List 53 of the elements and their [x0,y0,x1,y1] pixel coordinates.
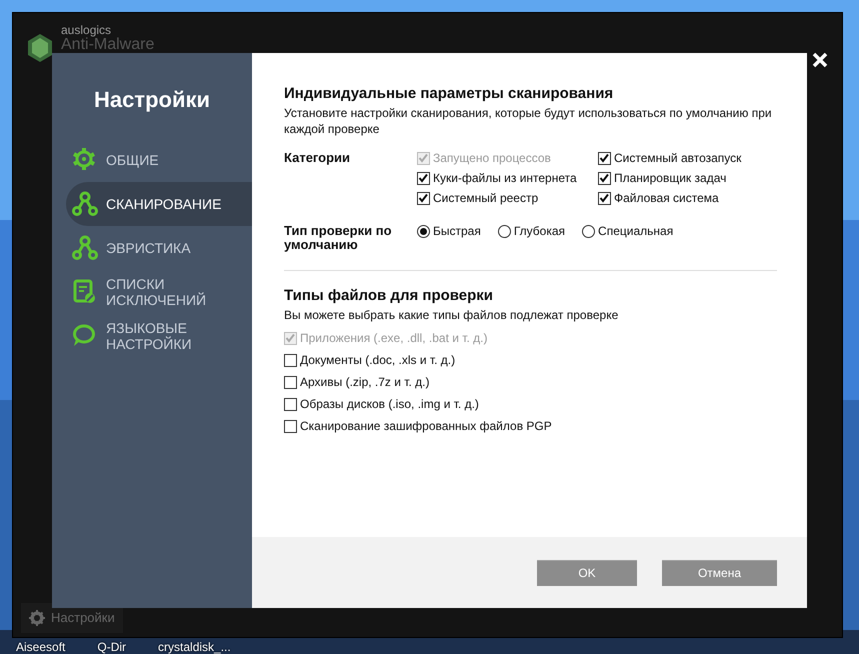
radio-label: Глубокая [514,224,566,238]
field-label: Категории [284,151,352,167]
sidebar-tab[interactable]: ЯЗЫКОВЫЕ НАСТРОЙКИ [52,314,252,358]
sidebar-tab[interactable]: СПИСКИ ИСКЛЮЧЕНИЙ [52,270,252,314]
checkbox[interactable] [598,152,611,164]
checkbox[interactable] [417,172,430,184]
checkbox[interactable] [284,398,297,410]
checkbox[interactable] [284,354,297,366]
product-name: Anti-Malware [61,37,154,53]
radio-label: Специальная [598,224,674,238]
checkbox-label: Архивы (.zip, .7z и т. д.) [300,375,430,389]
checkbox-label: Документы (.doc, .xls и т. д.) [300,353,456,367]
section-description: Установите настройки сканирования, которые будут использоваться по умолчанию при каждой проверке [284,105,773,137]
radio-label: Быстрая [433,224,481,238]
gear-icon [29,610,45,626]
radio-button[interactable] [582,224,596,238]
section-description: Вы можете выбрать какие типы файлов подлежат проверке [284,307,620,323]
radio-button[interactable] [417,224,430,238]
brand-name: auslogics [61,22,112,37]
close-icon[interactable] [812,52,828,68]
checkbox-label: Системный автозапуск [614,151,742,165]
checkbox-label: Системный реестр [433,191,538,205]
checkbox-label: Куки-файлы из интернета [433,171,577,185]
checkbox[interactable] [417,192,430,204]
sidebar-title: Настройки [92,86,212,114]
checkbox-label: Запущено процессов [433,151,551,165]
desktop-icon-label[interactable]: Aiseesoft [16,640,66,654]
checkbox[interactable] [598,172,611,184]
document-block-icon [72,279,98,305]
checkbox-label: Образы дисков (.iso, .img и т. д.) [300,397,479,411]
desktop-icon-label[interactable]: Q-Dir [97,640,126,654]
ok-button[interactable]: OK [537,560,637,586]
sidebar-tab[interactable]: СКАНИРОВАНИЕ [66,182,252,226]
radio-button[interactable] [498,224,511,238]
gear-icon [72,147,98,173]
cancel-button[interactable]: Отмена [662,560,777,586]
field-label: Тип проверки по умолчанию [284,224,393,252]
section-heading: Индивидуальные параметры сканирования [284,85,614,103]
sidebar-tab[interactable]: ЭВРИСТИКА [52,226,252,270]
checkbox-label: Сканирование зашифрованных файлов PGP [300,419,552,433]
desktop-icon-label[interactable]: crystaldisk_... [158,640,231,654]
checkbox-label: Планировщик задач [614,171,726,185]
sidebar-tab[interactable]: ОБЩИЕ [52,138,252,182]
checkbox[interactable] [284,376,297,388]
nodes-icon [72,191,98,217]
shield-logo-icon [27,33,53,63]
checkbox[interactable] [598,192,611,204]
speech-bubble-icon [72,323,98,349]
section-heading: Типы файлов для проверки [284,287,494,305]
nodes-icon [72,235,98,261]
checkbox[interactable] [284,420,297,432]
checkbox-label: Приложения (.exe, .dll, .bat и т. д.) [300,331,488,345]
checkbox-label: Файловая система [614,191,719,205]
